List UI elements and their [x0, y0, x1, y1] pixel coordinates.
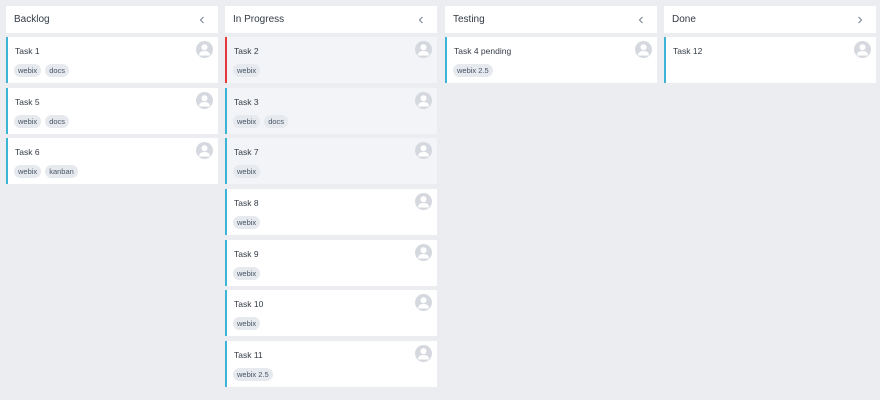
column-title: In Progress [233, 14, 285, 25]
tag-list: webix docs [14, 114, 70, 128]
column-title: Done [672, 14, 696, 25]
user-avatar-icon[interactable] [196, 41, 213, 58]
user-avatar-icon[interactable] [415, 142, 432, 160]
column-header: Testing [445, 6, 657, 33]
card-list: Task 2 webix Task 3 webix docs Task 7 webix Tas… [225, 37, 437, 388]
user-avatar-icon[interactable] [415, 193, 432, 211]
tag-badge: webix 2.5 [453, 64, 493, 77]
tag-badge: webix [14, 114, 42, 128]
column-header: Backlog [6, 6, 218, 33]
card-list: Task 12 [664, 37, 876, 83]
card-list: Task 4 pending webix 2.5 [445, 37, 657, 83]
column-header: In Progress [225, 6, 437, 33]
task-title: Task 5 [15, 96, 40, 107]
tag-badge: webix 2.5 [233, 368, 273, 382]
tag-list: webix [233, 317, 261, 331]
column-testing: Testing Task 4 pending webix 2.5 [445, 6, 657, 88]
task-card[interactable]: Task 8 webix [225, 189, 437, 236]
user-avatar-icon[interactable] [415, 243, 432, 261]
tag-badge: kanban [45, 165, 78, 179]
task-title: Task 6 [15, 147, 40, 158]
user-avatar-icon[interactable] [415, 41, 432, 58]
chevron-right-icon[interactable] [852, 12, 868, 28]
task-card[interactable]: Task 2 webix [225, 37, 437, 83]
tag-badge: webix [233, 165, 261, 179]
task-card[interactable]: Task 7 webix [225, 138, 437, 185]
user-avatar-icon[interactable] [196, 142, 213, 160]
task-title: Task 10 [234, 299, 264, 310]
task-card[interactable]: Task 1 webix docs [6, 37, 218, 83]
user-avatar-icon[interactable] [854, 41, 871, 58]
task-title: Task 2 [234, 46, 259, 56]
task-card[interactable]: Task 10 webix [225, 290, 437, 337]
task-title: Task 3 [234, 96, 259, 107]
tag-list: webix docs [14, 64, 70, 77]
user-avatar-icon[interactable] [415, 294, 432, 312]
chevron-left-icon[interactable] [413, 12, 429, 28]
tag-list: webix [233, 64, 261, 77]
tag-list: webix kanban [14, 165, 78, 179]
tag-badge: docs [264, 114, 289, 128]
tag-badge: webix [233, 317, 261, 331]
tag-badge: webix [233, 64, 261, 77]
task-title: Task 11 [234, 350, 263, 361]
tag-badge: docs [45, 114, 70, 128]
column-done: Done Task 12 [664, 6, 876, 88]
chevron-left-icon[interactable] [194, 12, 210, 28]
tag-list: webix [233, 266, 261, 280]
user-avatar-icon[interactable] [415, 91, 432, 109]
task-title: Task 4 pending [454, 46, 512, 56]
task-card[interactable]: Task 4 pending webix 2.5 [445, 37, 657, 83]
tag-badge: webix [233, 216, 261, 230]
task-card[interactable]: Task 5 webix docs [6, 87, 218, 134]
tag-list: webix 2.5 [233, 368, 273, 382]
task-title: Task 8 [234, 198, 259, 209]
user-avatar-icon[interactable] [196, 91, 213, 109]
column-title: Backlog [14, 14, 50, 25]
column-backlog: Backlog Task 1 webix docs Task 5 webix docs Tas… [6, 6, 218, 189]
kanban-board: Backlog Task 1 webix docs Task 5 webix docs Tas… [0, 0, 880, 400]
user-avatar-icon[interactable] [415, 345, 432, 363]
task-card[interactable]: Task 11 webix 2.5 [225, 341, 437, 388]
column-title: Testing [453, 14, 485, 25]
tag-badge: webix [233, 114, 261, 128]
task-card[interactable]: Task 12 [664, 37, 876, 83]
column-header: Done [664, 6, 876, 33]
column-in-progress: In Progress Task 2 webix Task 3 webix docs Tas… [225, 6, 437, 392]
tag-list: webix [233, 165, 261, 179]
chevron-left-icon[interactable] [633, 12, 649, 28]
task-card[interactable]: Task 3 webix docs [225, 87, 437, 134]
task-card[interactable]: Task 9 webix [225, 239, 437, 286]
task-title: Task 7 [234, 147, 259, 158]
task-title: Task 12 [673, 46, 703, 56]
task-card[interactable]: Task 6 webix kanban [6, 138, 218, 185]
tag-list: webix docs [233, 114, 289, 128]
tag-badge: docs [45, 64, 70, 77]
tag-badge: webix [14, 64, 42, 77]
card-list: Task 1 webix docs Task 5 webix docs Task 6 webi… [6, 37, 218, 185]
task-title: Task 9 [234, 248, 259, 259]
tag-badge: webix [14, 165, 42, 179]
tag-list: webix [233, 216, 261, 230]
tag-badge: webix [233, 266, 261, 280]
user-avatar-icon[interactable] [635, 41, 652, 58]
tag-list: webix 2.5 [453, 64, 493, 77]
task-title: Task 1 [15, 46, 40, 56]
